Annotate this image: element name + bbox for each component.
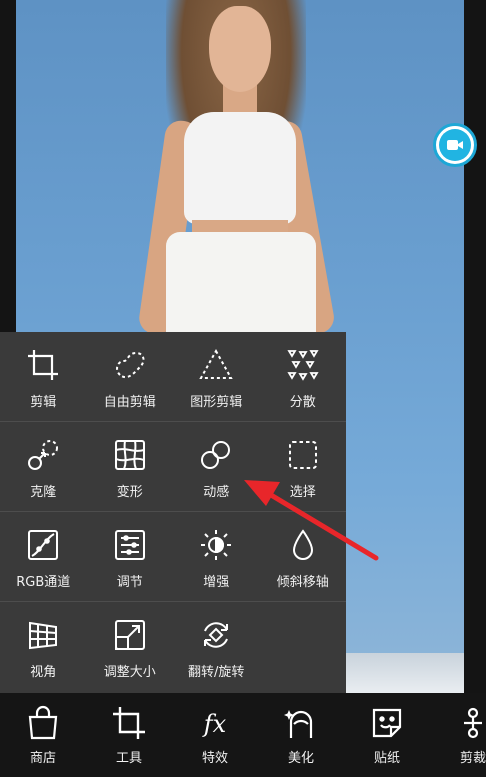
- tool-clone[interactable]: 克隆: [0, 422, 87, 511]
- tool-crop[interactable]: 剪辑: [0, 332, 87, 421]
- tool-label: 视角: [30, 665, 57, 680]
- adjust-icon: [114, 530, 145, 560]
- warp-icon: [114, 440, 145, 470]
- flip-rotate-icon: [204, 622, 229, 648]
- tool-label: 自由剪辑: [103, 395, 156, 410]
- select-icon: [288, 441, 317, 469]
- tool-resize[interactable]: 调整大小: [87, 602, 174, 692]
- freeform-cut-icon: [115, 351, 145, 379]
- tool-label: 调节: [116, 575, 143, 590]
- nav-shop[interactable]: 商店: [0, 693, 86, 777]
- tool-label: 动感: [203, 485, 230, 500]
- tool-shape-cut[interactable]: 图形剪辑: [173, 332, 260, 421]
- nav-label: 特效: [201, 751, 228, 766]
- tool-label: 分散: [289, 395, 316, 410]
- camera-button[interactable]: [433, 123, 477, 167]
- tool-menu-row: 视角 调整大小 翻转/旋转: [0, 602, 346, 692]
- fx-icon: fx: [202, 710, 227, 738]
- nav-label: 剪裁: [459, 751, 486, 766]
- tool-flip-rotate[interactable]: 翻转/旋转: [173, 602, 260, 692]
- nav-label: 工具: [115, 751, 142, 766]
- nav-label: 美化: [287, 751, 314, 766]
- scatter-icon: [287, 350, 319, 381]
- sticker-icon: [372, 708, 402, 738]
- photo-subject-face: [209, 6, 271, 92]
- tool-label: 倾斜移轴: [276, 575, 329, 590]
- perspective-icon: [29, 621, 58, 650]
- crop-tool-icon: [113, 707, 145, 739]
- shape-cut-icon: [199, 348, 233, 379]
- svg-text:fx: fx: [202, 710, 227, 738]
- video-camera-icon: [439, 129, 471, 161]
- tool-freeform-cut[interactable]: 自由剪辑: [87, 332, 174, 421]
- tool-label: 图形剪辑: [190, 395, 243, 410]
- nav-cutout[interactable]: 剪裁: [430, 693, 486, 766]
- tool-adjust[interactable]: 调节: [87, 512, 174, 601]
- shop-bag-icon: [28, 705, 58, 740]
- tool-label: 翻转/旋转: [188, 665, 245, 680]
- photo-subject-top: [184, 112, 296, 224]
- nav-effects[interactable]: fx 特效: [172, 693, 258, 777]
- tool-warp[interactable]: 变形: [87, 422, 174, 511]
- tool-menu-row: 剪辑 自由剪辑 图形剪辑 分散: [0, 332, 346, 422]
- nav-overflow-clip: 剪裁: [430, 693, 486, 777]
- annotation-arrow-icon: [244, 480, 379, 561]
- bottom-nav: 商店 工具 fx 特效 美化 贴纸 剪裁: [0, 693, 486, 777]
- cutout-icon: [464, 707, 482, 739]
- tool-label: RGB通道: [16, 575, 71, 590]
- nav-sticker[interactable]: 贴纸: [344, 693, 430, 777]
- tool-scatter[interactable]: 分散: [260, 332, 347, 421]
- tool-label: 调整大小: [103, 665, 156, 680]
- tool-rgb-channel[interactable]: RGB通道: [0, 512, 87, 601]
- nav-label: 商店: [29, 751, 56, 766]
- tool-perspective[interactable]: 视角: [0, 602, 87, 692]
- beautify-icon: [284, 710, 313, 738]
- tool-label: 增强: [203, 575, 230, 590]
- clone-icon: [28, 440, 59, 470]
- crop-icon: [28, 350, 59, 380]
- nav-beautify[interactable]: 美化: [258, 693, 344, 777]
- enhance-icon: [201, 530, 232, 560]
- nav-tools[interactable]: 工具: [86, 693, 172, 777]
- motion-icon: [201, 441, 231, 469]
- nav-label: 贴纸: [373, 751, 400, 766]
- tool-label: 剪辑: [30, 395, 57, 410]
- tool-label: 克隆: [30, 485, 57, 500]
- rgb-curve-icon: [28, 530, 59, 560]
- resize-icon: [114, 620, 145, 650]
- tool-label: 变形: [116, 485, 143, 500]
